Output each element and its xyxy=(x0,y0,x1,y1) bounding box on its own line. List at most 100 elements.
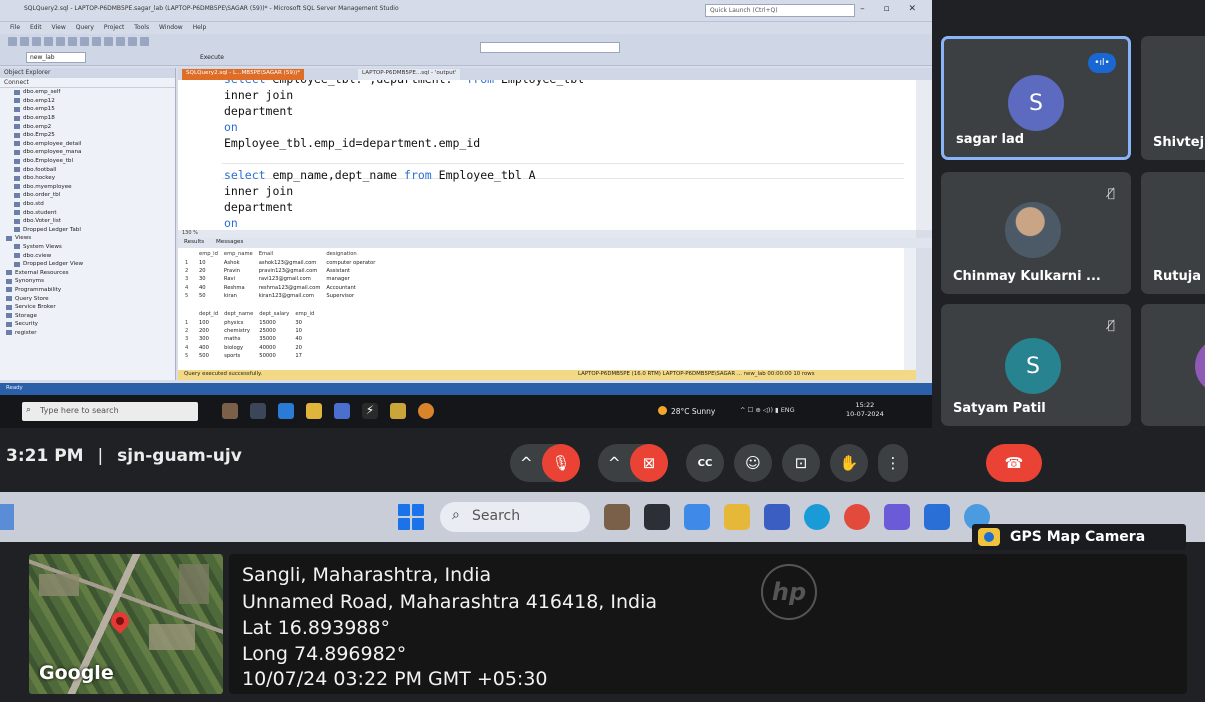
avatar-app-icon[interactable] xyxy=(222,403,238,419)
table-cell[interactable]: 30 xyxy=(292,318,317,326)
table-row[interactable]: 3 30 Ravi ravi123@gmail.com manager xyxy=(182,275,378,283)
tree-item[interactable]: dbo.Emp25 xyxy=(0,131,175,140)
participant-tile-chinmay[interactable]: 🎙̸ Chinmay Kulkarni ... xyxy=(941,172,1131,294)
toolbar-icon[interactable] xyxy=(128,37,137,46)
database-dropdown[interactable]: new_lab xyxy=(26,52,86,63)
execute-button[interactable]: Execute xyxy=(200,54,224,61)
tree-item[interactable]: Security xyxy=(0,320,175,329)
table-cell[interactable]: 20 xyxy=(196,267,221,275)
tree-item[interactable]: dbo.Voter_list xyxy=(0,217,175,226)
table-row[interactable]: 4 40 Reshma reshma123@gmail.com Accountant xyxy=(182,284,378,292)
menu-window[interactable]: Window xyxy=(159,24,183,31)
quick-launch-input[interactable]: Quick Launch (Ctrl+Q) xyxy=(705,4,855,17)
start-button[interactable] xyxy=(398,504,424,530)
tree-item[interactable]: dbo.employee_detail xyxy=(0,140,175,149)
chrome-icon[interactable] xyxy=(844,504,870,530)
table-row[interactable]: 2 20 Pravin pravin123@gmail.com Assistant xyxy=(182,267,378,275)
save-icon[interactable] xyxy=(32,37,41,46)
column-header[interactable]: emp_id xyxy=(196,250,221,258)
tree-item[interactable]: dbo.emp2 xyxy=(0,122,175,131)
tab-output[interactable]: LAPTOP-P6DMB5PE...sql - 'output' xyxy=(358,69,461,80)
tree-item[interactable]: System Views xyxy=(0,243,175,252)
table-cell[interactable]: 17 xyxy=(292,352,317,360)
bolt-icon[interactable]: ⚡ xyxy=(362,403,378,419)
widgets-edge[interactable] xyxy=(0,504,14,530)
tree-item[interactable]: dbo.std xyxy=(0,200,175,209)
table-cell[interactable]: 10 xyxy=(292,327,317,335)
participant-tile-overflow[interactable] xyxy=(1141,304,1205,426)
tab-results[interactable]: Results xyxy=(184,239,204,245)
query-editor[interactable]: select employee_tbl.*,department.* from … xyxy=(178,80,916,230)
camera-off-icon[interactable]: ⊠ xyxy=(630,444,668,482)
table-cell[interactable]: Pravin xyxy=(221,267,256,275)
camera-control[interactable]: ^ ⊠ xyxy=(598,444,668,482)
table-cell[interactable]: 15000 xyxy=(256,318,292,326)
table-cell[interactable]: Supervisor xyxy=(323,292,378,300)
task-view-icon[interactable] xyxy=(644,504,670,530)
table-cell[interactable]: reshma123@gmail.com xyxy=(256,284,324,292)
table-cell[interactable]: 40 xyxy=(292,335,317,343)
tree-item[interactable]: Programmability xyxy=(0,286,175,295)
tree-item[interactable]: dbo.emp18 xyxy=(0,114,175,123)
raise-hand-button[interactable]: ✋ xyxy=(830,444,868,482)
table-cell[interactable]: Accountant xyxy=(323,284,378,292)
task-view-icon[interactable] xyxy=(250,403,266,419)
store-icon[interactable] xyxy=(764,504,790,530)
window-controls[interactable]: – ▫ ✕ xyxy=(860,4,924,14)
edge-icon[interactable] xyxy=(804,504,830,530)
captions-button[interactable]: CC xyxy=(686,444,724,482)
emoji-button[interactable]: ☺ xyxy=(734,444,772,482)
table-row[interactable]: 1 100 physics 15000 30 xyxy=(182,318,317,326)
menu-query[interactable]: Query xyxy=(76,24,94,31)
tree-item[interactable]: Views xyxy=(0,234,175,243)
column-header[interactable]: dept_salary xyxy=(256,310,292,318)
table-row[interactable]: 5 500 sports 50000 17 xyxy=(182,352,317,360)
menu-tools[interactable]: Tools xyxy=(134,24,149,31)
mic-control[interactable]: ^ 🎙 xyxy=(510,444,580,482)
ssms-icon[interactable] xyxy=(390,403,406,419)
windows-search-input[interactable]: ⌕ Search xyxy=(440,502,590,532)
column-header[interactable]: designation xyxy=(323,250,378,258)
table-cell[interactable]: chemistry xyxy=(221,327,256,335)
table-cell[interactable]: kiran xyxy=(221,292,256,300)
table-cell[interactable]: 40000 xyxy=(256,344,292,352)
system-tray[interactable]: ^ ☐ ⊕ ◁)) ▮ ENG xyxy=(740,406,795,414)
menu-help[interactable]: Help xyxy=(193,24,207,31)
file-explorer-icon[interactable] xyxy=(306,403,322,419)
row-number[interactable]: 5 xyxy=(182,352,196,360)
tree-item[interactable]: Synonyms xyxy=(0,277,175,286)
table-cell[interactable]: 50 xyxy=(196,292,221,300)
toolbar-icon[interactable] xyxy=(104,37,113,46)
mic-off-icon[interactable]: 🎙 xyxy=(542,444,580,482)
toolbar-icon[interactable] xyxy=(116,37,125,46)
row-number[interactable]: 4 xyxy=(182,344,196,352)
table-cell[interactable]: 20 xyxy=(292,344,317,352)
table-cell[interactable]: 30 xyxy=(196,275,221,283)
table-cell[interactable]: biology xyxy=(221,344,256,352)
menu-file[interactable]: File xyxy=(10,24,20,31)
tree-item[interactable]: Query Store xyxy=(0,294,175,303)
table-cell[interactable]: 10 xyxy=(196,258,221,266)
table-cell[interactable]: pravin123@gmail.com xyxy=(256,267,324,275)
row-number[interactable]: 1 xyxy=(182,318,196,326)
row-number[interactable]: 2 xyxy=(182,267,196,275)
toolbar-icon[interactable] xyxy=(140,37,149,46)
row-number[interactable]: 3 xyxy=(182,275,196,283)
tree-item[interactable]: Service Broker xyxy=(0,303,175,312)
tree-item[interactable]: dbo.emp12 xyxy=(0,97,175,106)
table-cell[interactable]: physics xyxy=(221,318,256,326)
tree-item[interactable]: Dropped Ledger View xyxy=(0,260,175,269)
redo-icon[interactable] xyxy=(56,37,65,46)
cut-icon[interactable] xyxy=(68,37,77,46)
zoom-level[interactable]: 130 % xyxy=(178,230,916,238)
column-header[interactable]: dept_name xyxy=(221,310,256,318)
undo-icon[interactable] xyxy=(44,37,53,46)
app-icon[interactable] xyxy=(884,504,910,530)
row-number[interactable]: 4 xyxy=(182,284,196,292)
column-header[interactable]: Email xyxy=(256,250,324,258)
table-row[interactable]: 5 50 kiran kiran123@gmail.com Supervisor xyxy=(182,292,378,300)
table-cell[interactable]: manager xyxy=(323,275,378,283)
column-header[interactable]: dept_id xyxy=(196,310,221,318)
search-combo[interactable] xyxy=(480,42,620,53)
table-cell[interactable]: kiran123@gmail.com xyxy=(256,292,324,300)
